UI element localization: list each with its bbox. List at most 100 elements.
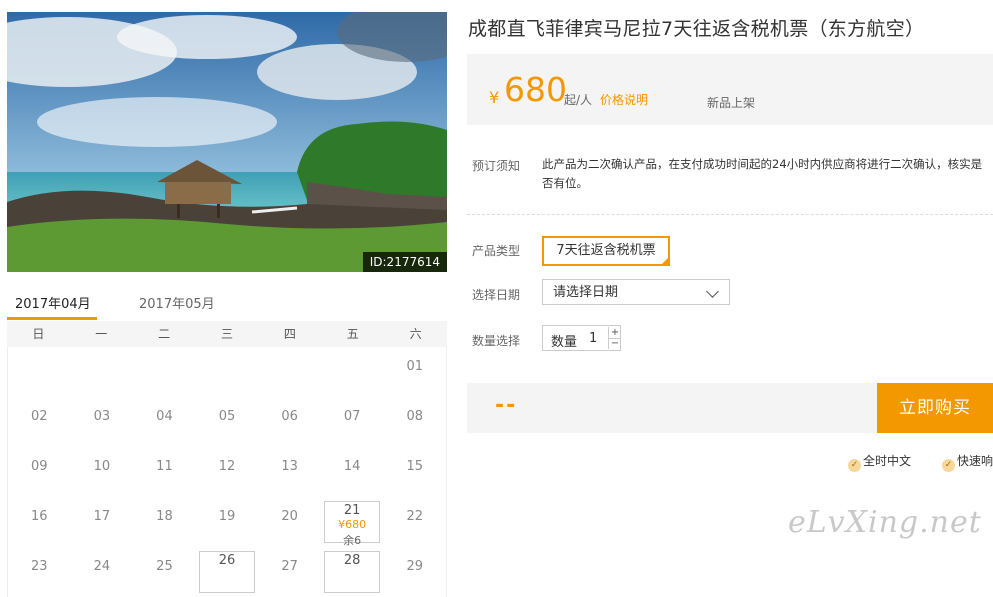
check-circle-icon: ✓ [848, 459, 861, 472]
day-number: 25 [156, 559, 173, 574]
quantity-decrease-button[interactable]: − [608, 338, 621, 349]
booking-notice-text: 此产品为二次确认产品，在支付成功时间起的24小时内供应商将进行二次确认，核实是否… [542, 157, 983, 190]
calendar-empty-cell [8, 347, 71, 397]
calendar-day: 29 [383, 547, 446, 597]
weekday-sun: 日 [32, 327, 45, 341]
calendar-day: 12 [196, 447, 259, 497]
day-number: 18 [156, 509, 173, 524]
calendar-day: 02 [8, 397, 71, 447]
day-number: 23 [31, 559, 48, 574]
quantity-stepper[interactable]: 数量 1 + − [542, 325, 621, 351]
product-price: 680 [504, 70, 567, 109]
day-number: 11 [156, 459, 173, 474]
image-id-badge: ID:2177614 [362, 252, 447, 272]
calendar-day: 22 [383, 497, 446, 547]
day-number: 26 [218, 553, 236, 568]
day-number: 09 [31, 459, 48, 474]
calendar-day: 09 [8, 447, 71, 497]
weekday-fri: 五 [346, 327, 359, 341]
product-title: 成都直飞菲律宾马尼拉7天往返含税机票（东方航空） [468, 18, 925, 40]
beach-hut-scene [7, 12, 447, 272]
day-number: 21 [343, 503, 361, 518]
day-number: 15 [406, 459, 424, 474]
weekday-mon: 一 [95, 327, 108, 341]
price-panel: ¥ 680 起/人 价格说明 新品上架 [467, 54, 993, 125]
calendar-day: 03 [71, 397, 134, 447]
calendar-day: 04 [133, 397, 196, 447]
quantity-value[interactable]: 1 [589, 331, 597, 346]
calendar-day: 05 [196, 397, 259, 447]
active-tab-indicator [7, 317, 97, 320]
calendar-day: 10 [71, 447, 134, 497]
guarantee-fast-response: ✓快速响应 [942, 452, 993, 472]
calendar-empty-cell [258, 347, 321, 397]
site-watermark: eLvXing.net [788, 505, 982, 540]
weekday-wed: 三 [221, 327, 234, 341]
price-unit: 起/人 [564, 93, 593, 107]
day-number: 14 [343, 459, 361, 474]
product-type-option-label: 7天往返含税机票 [556, 243, 656, 258]
date-select-placeholder: 请选择日期 [553, 285, 619, 300]
day-number: 24 [93, 559, 111, 574]
day-number: 03 [93, 409, 111, 424]
day-number: 13 [281, 459, 298, 474]
calendar-week: 09 10 11 12 13 14 15 [8, 447, 446, 497]
calendar-day: 01 [383, 347, 446, 397]
day-number: 20 [281, 509, 298, 524]
day-number: 02 [31, 409, 48, 424]
day-number: 16 [31, 509, 48, 524]
purchase-bar: -- 立即购买 [467, 383, 993, 433]
calendar-day: 19 [196, 497, 259, 547]
calendar-day: 25 [133, 547, 196, 597]
tab-april-2017[interactable]: 2017年04月 [15, 293, 91, 312]
calendar-day: 11 [133, 447, 196, 497]
day-number: 22 [406, 509, 424, 524]
weekday-sat: 六 [409, 327, 422, 341]
calendar-day: 27 [258, 547, 321, 597]
day-price: ¥680 [338, 518, 367, 531]
chevron-down-icon [706, 285, 719, 298]
day-number: 07 [343, 409, 361, 424]
booking-notice-label: 预订须知 [472, 159, 521, 173]
date-select[interactable]: 请选择日期 [542, 279, 730, 305]
calendar-week: 23 24 25 26 27 28 29 [8, 547, 446, 597]
price-explanation-link[interactable]: 价格说明 [600, 91, 648, 108]
day-number: 29 [406, 559, 424, 574]
day-number: 19 [218, 509, 236, 524]
tab-may-2017[interactable]: 2017年05月 [139, 293, 215, 312]
section-divider [467, 214, 993, 215]
calendar-days: 01 02 03 04 05 06 07 08 09 10 11 12 13 14 15 16 17 18 19 20… [7, 347, 447, 597]
calendar-day: 16 [8, 497, 71, 547]
calendar-day: 13 [258, 447, 321, 497]
calendar-day: 06 [258, 397, 321, 447]
total-price: -- [495, 393, 518, 418]
date-calendar: 日 一 二 三 四 五 六 01 02 03 04 05 06 07 08 09 10 11 12 13… [7, 321, 447, 597]
quantity-field-label: 数量 [551, 335, 578, 350]
check-circle-icon: ✓ [942, 459, 955, 472]
calendar-day: 18 [133, 497, 196, 547]
product-type-label: 产品类型 [472, 244, 521, 258]
calendar-day: 20 [258, 497, 321, 547]
guarantee-chinese-service: ✓ 全时中文 [848, 452, 911, 472]
product-type-option[interactable]: 7天往返含税机票 ✓ [542, 236, 670, 275]
selected-check-icon: ✓ [660, 256, 670, 275]
calendar-day[interactable]: 26 [196, 547, 259, 597]
calendar-empty-cell [71, 347, 134, 397]
currency-symbol: ¥ [489, 88, 500, 107]
buy-now-button[interactable]: 立即购买 [877, 383, 993, 433]
quantity-label: 数量选择 [472, 334, 521, 348]
day-number: 10 [93, 459, 111, 474]
calendar-day: 14 [321, 447, 384, 497]
calendar-day: 07 [321, 397, 384, 447]
calendar-day: 17 [71, 497, 134, 547]
product-photo: ID:2177614 [7, 12, 447, 272]
guarantee-label: 全时中文 [863, 454, 912, 468]
calendar-day[interactable]: 28 [321, 547, 384, 597]
weekday-header: 日 一 二 三 四 五 六 [7, 321, 447, 347]
day-number: 05 [218, 409, 236, 424]
day-number: 04 [156, 409, 173, 424]
calendar-day[interactable]: 21 ¥680 余6 [321, 497, 384, 547]
weekday-tue: 二 [158, 327, 171, 341]
day-number: 27 [281, 559, 298, 574]
new-arrival-tag: 新品上架 [707, 96, 756, 110]
